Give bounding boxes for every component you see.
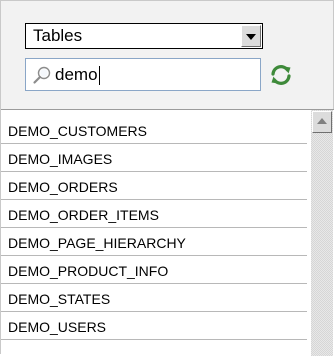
list-item[interactable]: DEMO_PAGE_HIERARCHY [1,228,307,256]
list-item-label: DEMO_PRODUCT_INFO [8,263,169,279]
search-input[interactable] [55,64,250,86]
list-item[interactable]: DEMO_PRODUCT_INFO [1,256,307,284]
list-item[interactable]: DEMO_STATES [1,284,307,312]
table-list-rows: DEMO_CUSTOMERS DEMO_IMAGES DEMO_ORDERS DEMO… [1,116,307,340]
table-list: DEMO_CUSTOMERS DEMO_IMAGES DEMO_ORDERS DEMO… [1,109,334,356]
list-item-label: DEMO_PAGE_HIERARCHY [8,235,186,251]
object-type-selected-value: Tables [33,26,83,45]
search-field[interactable] [25,58,261,91]
dropdown-arrow-button[interactable] [241,25,261,47]
list-item-label: DEMO_IMAGES [8,151,113,167]
scroll-up-button[interactable] [312,111,332,133]
list-item-label: DEMO_USERS [8,319,107,335]
list-item[interactable]: DEMO_USERS [1,312,307,340]
list-item[interactable]: DEMO_IMAGES [1,144,307,172]
list-item[interactable]: DEMO_ORDER_ITEMS [1,200,307,228]
list-item-label: DEMO_CUSTOMERS [8,123,147,139]
object-browser-panel: Tables DEMO_CUSTOMERS DEMO_IMAGES DEMO_ORD… [0,0,334,356]
chevron-down-icon [246,34,256,40]
list-item-label: DEMO_STATES [8,291,111,307]
list-item-label: DEMO_ORDER_ITEMS [8,207,159,223]
vertical-scrollbar[interactable] [311,110,333,356]
chevron-up-icon [317,118,327,124]
list-item[interactable]: DEMO_CUSTOMERS [1,116,307,144]
search-icon [33,66,51,84]
refresh-icon[interactable] [269,63,293,87]
list-item-label: DEMO_ORDERS [8,179,118,195]
text-cursor [98,66,100,85]
object-type-select[interactable]: Tables [25,23,263,49]
list-item[interactable]: DEMO_ORDERS [1,172,307,200]
